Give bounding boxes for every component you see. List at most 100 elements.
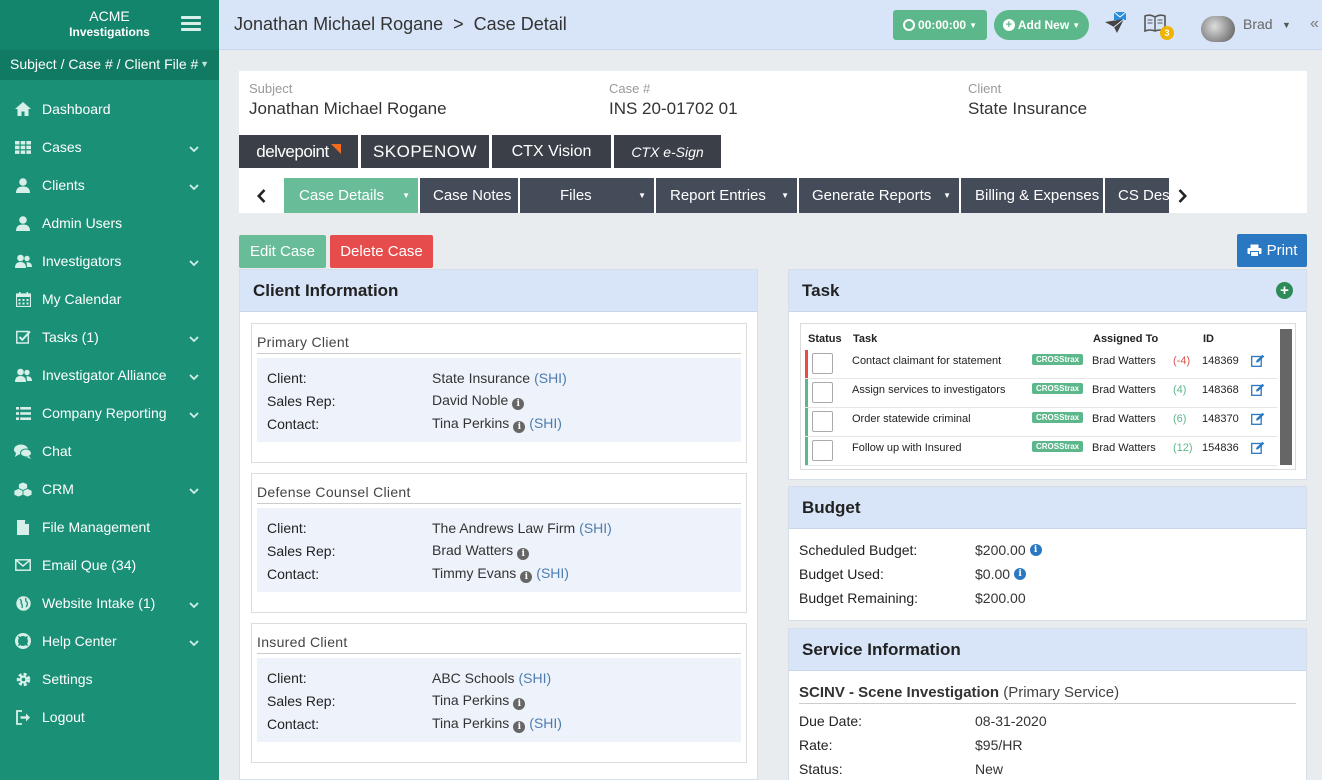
client-code-link[interactable]: (SHI) xyxy=(534,370,567,386)
tab-cs-desk[interactable]: CS Desk xyxy=(1105,178,1169,213)
task-status-checkbox[interactable] xyxy=(812,411,833,432)
task-name[interactable]: Order statewide criminal xyxy=(852,413,971,425)
chevron-down-icon: ▼ xyxy=(638,191,646,200)
avatar[interactable] xyxy=(1201,16,1235,42)
sidebar-item-chat[interactable]: Chat xyxy=(0,432,219,470)
client-name[interactable]: The Andrews Law Firm xyxy=(432,520,575,536)
tab-billing-expenses[interactable]: Billing & Expenses xyxy=(961,178,1103,213)
edit-icon[interactable] xyxy=(1251,412,1265,428)
tab-files[interactable]: Files ▼ xyxy=(520,178,654,213)
tabs-scroll-right[interactable] xyxy=(1169,178,1195,213)
tab-report-entries[interactable]: Report Entries ▼ xyxy=(656,178,797,213)
add-new-button[interactable]: + Add New ▼ xyxy=(994,10,1089,40)
sidebar-item-label: Logout xyxy=(42,709,85,725)
collapse-panel-icon[interactable]: « xyxy=(1310,15,1319,33)
lifebuoy-icon xyxy=(14,633,32,649)
info-icon[interactable]: i xyxy=(520,570,533,583)
print-button[interactable]: Print xyxy=(1237,234,1307,267)
tabs-scroll-left[interactable] xyxy=(239,178,284,213)
sidebar-item-crm[interactable]: CRM xyxy=(0,470,219,508)
task-row[interactable]: Follow up with Insured CROSStrax Brad Watt… xyxy=(805,437,1277,466)
contact-code-link[interactable]: (SHI) xyxy=(529,715,562,731)
ctx-esign-text: CTX e-Sign xyxy=(631,143,704,160)
tab-case-details[interactable]: Case Details ▼ xyxy=(284,178,418,213)
delvepoint-logo[interactable]: delvepoint xyxy=(239,135,358,168)
sidebar-item-email-que[interactable]: Email Que (34) xyxy=(0,546,219,584)
task-name[interactable]: Assign services to investigators xyxy=(852,384,1005,396)
sidebar-item-logout[interactable]: Logout xyxy=(0,698,219,736)
checkbox-icon xyxy=(14,329,32,345)
task-status-checkbox[interactable] xyxy=(812,382,833,403)
info-icon[interactable]: i xyxy=(513,420,526,433)
delete-case-button[interactable]: Delete Case xyxy=(330,235,433,268)
messages-icon[interactable] xyxy=(1104,11,1128,37)
sidebar-item-my-calendar[interactable]: My Calendar xyxy=(0,280,219,318)
edit-icon[interactable] xyxy=(1251,354,1265,370)
edit-icon[interactable] xyxy=(1251,441,1265,457)
task-row[interactable]: Order statewide criminal CROSStrax Brad Wa… xyxy=(805,408,1277,437)
brand-logo[interactable]: ACME Investigations xyxy=(0,0,219,50)
task-days-count: (6) xyxy=(1173,413,1187,425)
group-title: Insured Client xyxy=(257,634,741,654)
service-type: (Primary Service) xyxy=(1003,684,1120,701)
timer-button[interactable]: 00:00:00 ▼ xyxy=(893,10,987,40)
info-icon[interactable]: i xyxy=(1014,568,1027,580)
ctx-esign-logo[interactable]: CTX e-Sign xyxy=(614,135,721,168)
subject-search-dropdown[interactable]: Subject / Case # / Client File # ▼ xyxy=(0,50,219,80)
chat-icon xyxy=(14,443,32,459)
sales-rep-row: Sales Rep: Tina Perkins i xyxy=(267,689,741,712)
column-status: Status xyxy=(808,333,842,345)
add-task-icon[interactable]: + xyxy=(1276,282,1293,299)
subject-field: Subject Jonathan Michael Rogane xyxy=(249,81,447,119)
client-name[interactable]: State Insurance xyxy=(432,370,530,386)
task-status-checkbox[interactable] xyxy=(812,353,833,374)
client-name[interactable]: ABC Schools xyxy=(432,670,514,686)
task-name[interactable]: Follow up with Insured xyxy=(852,442,961,454)
tab-label: Files xyxy=(560,187,592,204)
chevron-down-icon[interactable]: ▼ xyxy=(1282,20,1291,30)
user-icon xyxy=(14,215,32,231)
sidebar-item-admin-users[interactable]: Admin Users xyxy=(0,204,219,242)
ctx-vision-logo[interactable]: CTX Vision xyxy=(492,135,611,168)
info-icon[interactable]: i xyxy=(513,720,526,733)
skopenow-logo[interactable]: SKOPENOW xyxy=(361,135,489,168)
user-name[interactable]: Brad xyxy=(1243,16,1273,32)
tab-label: CS Desk xyxy=(1118,187,1169,204)
client-row: Client: State Insurance (SHI) xyxy=(267,366,741,389)
info-icon[interactable]: i xyxy=(517,547,530,560)
sidebar-item-tasks[interactable]: Tasks (1) xyxy=(0,318,219,356)
contact-code-link[interactable]: (SHI) xyxy=(529,415,562,431)
sidebar-item-label: Website Intake (1) xyxy=(42,595,156,611)
sidebar-item-settings[interactable]: Settings xyxy=(0,660,219,698)
contact-name: Tina Perkins xyxy=(432,414,510,431)
sidebar-item-company-reporting[interactable]: Company Reporting xyxy=(0,394,219,432)
sidebar-item-clients[interactable]: Clients xyxy=(0,166,219,204)
sidebar-item-website-intake[interactable]: Website Intake (1) xyxy=(0,584,219,622)
info-icon[interactable]: i xyxy=(512,397,525,410)
hamburger-menu-icon[interactable] xyxy=(181,16,201,32)
breadcrumb-subject[interactable]: Jonathan Michael Rogane xyxy=(234,14,443,34)
task-scrollbar[interactable] xyxy=(1280,329,1292,465)
sidebar-item-cases[interactable]: Cases xyxy=(0,128,219,166)
client-field: Client State Insurance xyxy=(968,81,1087,119)
sidebar-item-dashboard[interactable]: Dashboard xyxy=(0,90,219,128)
due-date-row: Due Date: 08-31-2020 xyxy=(799,709,1047,733)
edit-case-button[interactable]: Edit Case xyxy=(239,235,326,268)
task-name[interactable]: Contact claimant for statement xyxy=(852,355,1001,367)
sidebar-item-file-management[interactable]: File Management xyxy=(0,508,219,546)
sidebar-item-investigator-alliance[interactable]: Investigator Alliance xyxy=(0,356,219,394)
contact-code-link[interactable]: (SHI) xyxy=(536,565,569,581)
task-row[interactable]: Assign services to investigators CROSStra… xyxy=(805,379,1277,408)
task-status-checkbox[interactable] xyxy=(812,440,833,461)
info-icon[interactable]: i xyxy=(1029,544,1042,556)
tab-generate-reports[interactable]: Generate Reports ▼ xyxy=(799,178,959,213)
edit-icon[interactable] xyxy=(1251,383,1265,399)
sidebar-item-help-center[interactable]: Help Center xyxy=(0,622,219,660)
task-row[interactable]: Contact claimant for statement CROSStrax B… xyxy=(805,350,1277,379)
tab-case-notes[interactable]: Case Notes xyxy=(420,178,518,213)
info-icon[interactable]: i xyxy=(513,697,526,710)
client-code-link[interactable]: (SHI) xyxy=(579,520,612,536)
client-code-link[interactable]: (SHI) xyxy=(518,670,551,686)
service-name: SCINV - Scene Investigation xyxy=(799,684,1000,701)
sidebar-item-investigators[interactable]: Investigators xyxy=(0,242,219,280)
